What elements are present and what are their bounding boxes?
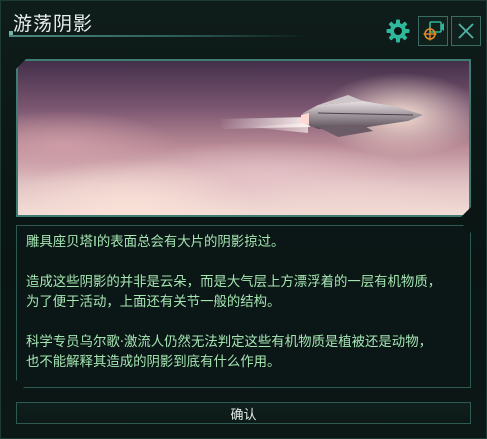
dialog-title: 游荡阴影 <box>13 13 94 35</box>
description-paragraph-1: 雕具座贝塔I的表面总会有大片的阴影掠过。 <box>26 233 462 253</box>
description-paragraph-3: 科学专员乌尔歌·激流人仍然无法判定这些有机物质是植被还是动物， 也不能解释其造成… <box>26 333 462 373</box>
description-text: 科学专员乌尔歌·激流人仍然无法判定这些有机物质是植被还是动物， <box>26 335 432 350</box>
title-underline <box>9 35 309 37</box>
event-dialog: 游荡阴影 雕具座贝塔I的表面总会有大片的阴影掠过。 造成这些阴影的并非是云朵，而… <box>0 0 487 439</box>
title-accent-dot <box>9 31 13 35</box>
close-button[interactable] <box>451 16 481 46</box>
description-text: 雕具座贝塔I的表面总会有大片的阴影掠过。 <box>26 235 285 250</box>
confirm-button[interactable]: 确认 <box>16 402 471 424</box>
description-text: 为了便于活动，上面还有关节一般的结构。 <box>26 295 281 310</box>
description-text: 也不能解释其造成的阴影到底有什么作用。 <box>26 355 281 370</box>
spaceship-image <box>18 61 471 217</box>
camera-button[interactable] <box>418 16 448 46</box>
settings-button[interactable] <box>383 16 413 46</box>
gear-icon <box>386 19 410 43</box>
description-text: 造成这些阴影的并非是云朵，而是大气层上方漂浮着的一层有机物质， <box>26 275 442 290</box>
event-description-panel: 雕具座贝塔I的表面总会有大片的阴影掠过。 造成这些阴影的并非是云朵，而是大气层上… <box>16 225 471 388</box>
camera-target-icon <box>423 21 444 41</box>
event-image-frame <box>16 59 471 217</box>
description-paragraph-2: 造成这些阴影的并非是云朵，而是大气层上方漂浮着的一层有机物质， 为了便于活动，上… <box>26 273 462 313</box>
close-icon <box>458 23 474 39</box>
